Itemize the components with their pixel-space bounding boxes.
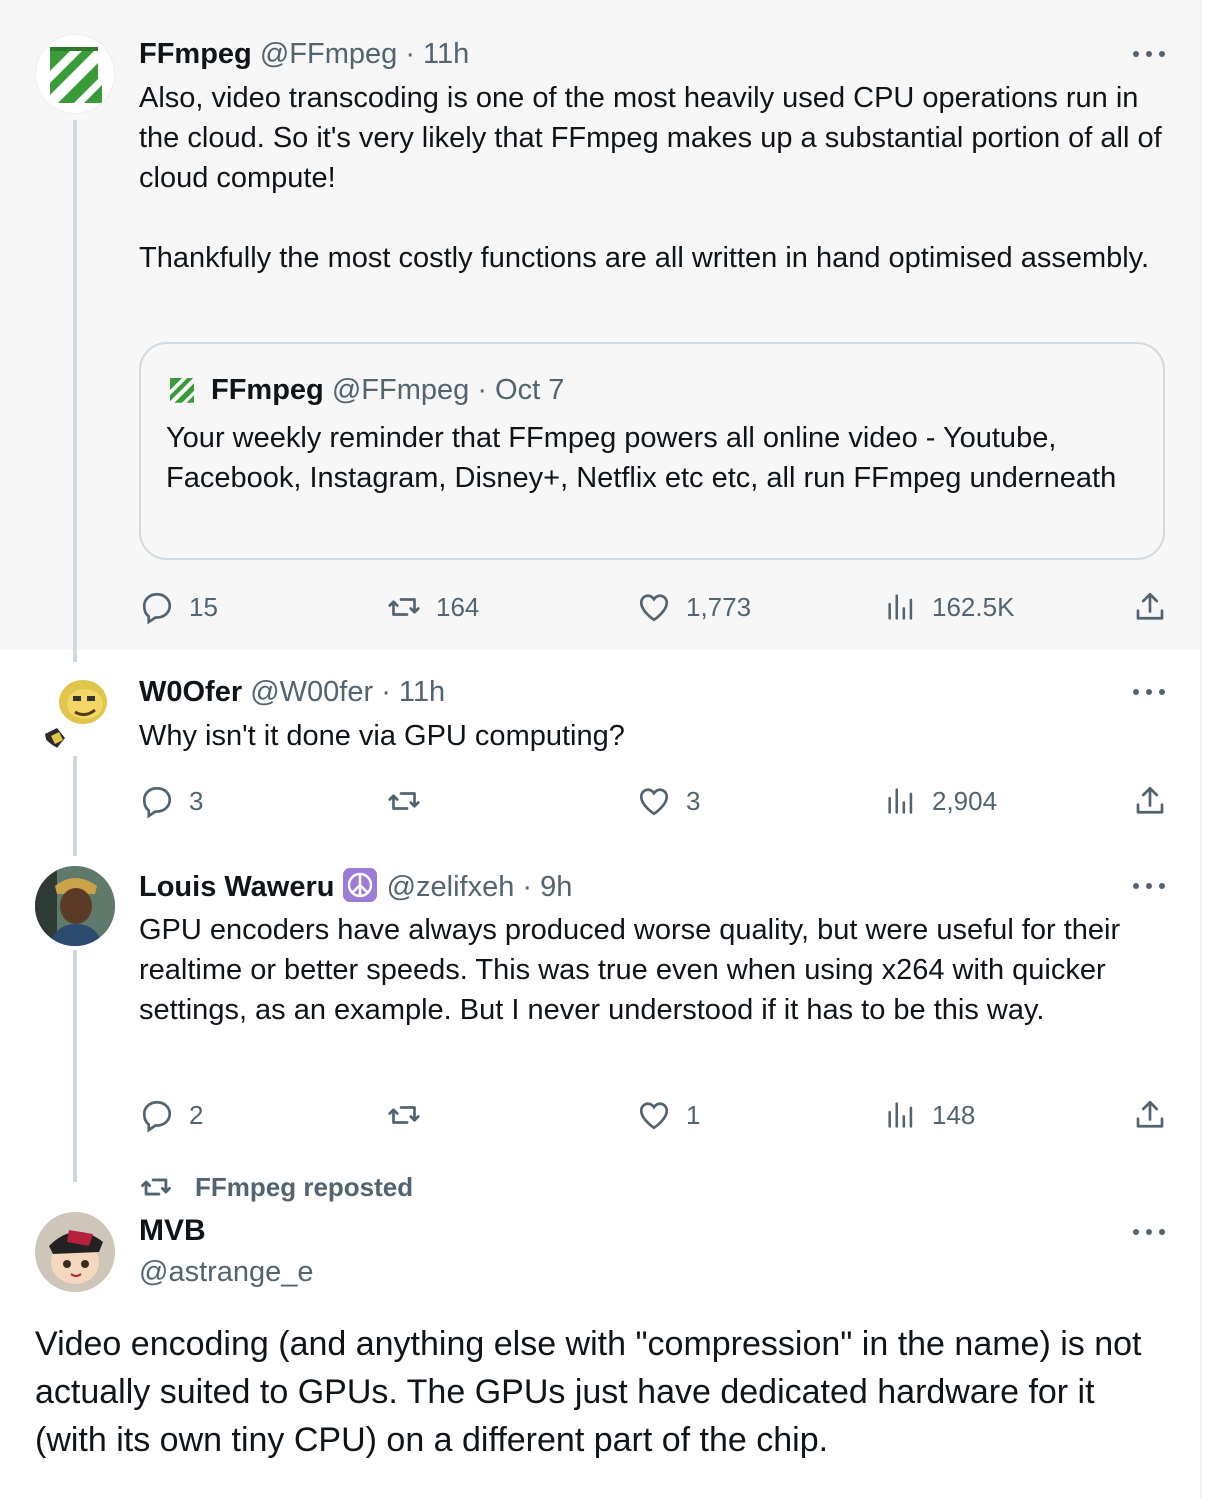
author-handle[interactable]: @zelifxeh (387, 871, 515, 903)
quote-author-handle: @FFmpeg (331, 374, 470, 406)
repost-indicator[interactable]: FFmpeg reposted (139, 1170, 413, 1204)
w00fer-avatar[interactable] (35, 672, 115, 752)
doge-avatar-icon (45, 680, 107, 748)
quote-text: Your weekly reminder that FFmpeg powers … (166, 422, 1117, 494)
peace-icon (342, 868, 377, 902)
share-button[interactable] (1132, 587, 1168, 627)
tweet-actions: 3 3 2,904 (139, 781, 1169, 821)
tweet-text: GPU encoders have always produced worse … (139, 914, 1121, 1026)
author-name[interactable]: MVB (139, 1213, 206, 1249)
tweet-header: FFmpeg @FFmpeg · 11h (139, 36, 469, 72)
views-icon (888, 788, 913, 814)
tweet-actions: 2 1 148 (139, 1095, 1169, 1135)
more-options-icon[interactable] (1133, 48, 1165, 60)
like-button[interactable]: 3 (636, 781, 700, 821)
views-icon (888, 1102, 913, 1128)
heart-icon (639, 594, 669, 622)
like-button[interactable]: 1 (636, 1095, 700, 1135)
more-options-icon[interactable] (1133, 1226, 1165, 1238)
author-handle[interactable]: @astrange_e (139, 1254, 314, 1290)
thread-line (73, 950, 77, 1182)
quote-author-name: FFmpeg (211, 374, 324, 406)
tweet-time[interactable]: · 11h (405, 38, 469, 70)
share-icon (1136, 592, 1164, 620)
reply-count: 15 (189, 591, 218, 622)
reply-icon (142, 1100, 172, 1133)
tweet-text: Why isn't it done via GPU computing? (139, 720, 625, 752)
reply-count: 2 (189, 1099, 204, 1130)
ffmpeg-logo-icon (170, 378, 194, 403)
thread-line (73, 120, 77, 662)
repost-button[interactable] (386, 781, 422, 821)
views-count: 2,904 (932, 785, 998, 816)
timeline: FFmpeg @FFmpeg · 11h Also, video transco… (0, 0, 1202, 1498)
views-button[interactable]: 2,904 (884, 781, 997, 821)
mvb-avatar[interactable] (35, 1212, 115, 1292)
thread-line (73, 756, 77, 856)
tweet-text: Also, video transcoding is one of the mo… (139, 78, 1174, 278)
views-button[interactable]: 162.5K (884, 587, 1014, 627)
quote-time: · Oct 7 (477, 374, 565, 406)
quoted-tweet[interactable]: FFmpeg @FFmpeg · Oct 7 Your weekly remin… (139, 342, 1165, 560)
ffmpeg-logo-icon (50, 47, 102, 103)
tweet-time[interactable]: · 9h (522, 871, 572, 903)
repost-icon (141, 1178, 171, 1196)
more-options-icon[interactable] (1133, 686, 1165, 698)
repost-icon (388, 792, 420, 810)
tweet-actions: 15 164 1,773 162.5K (139, 587, 1169, 627)
repost-button[interactable]: 164 (386, 587, 479, 627)
like-button[interactable]: 1,773 (636, 587, 751, 627)
views-button[interactable]: 148 (884, 1095, 975, 1135)
reply-count: 3 (189, 785, 204, 816)
repost-button[interactable] (386, 1095, 422, 1135)
repost-icon (388, 1106, 420, 1124)
reply-icon (142, 592, 172, 625)
author-name[interactable]: Louis Waweru (139, 871, 335, 903)
quote-header: FFmpeg @FFmpeg · Oct 7 (167, 372, 564, 408)
share-button[interactable] (1132, 781, 1168, 821)
heart-icon (639, 788, 669, 816)
views-count: 162.5K (932, 591, 1015, 622)
anime-avatar-icon (35, 1212, 115, 1292)
like-count: 1,773 (686, 591, 752, 622)
views-count: 148 (932, 1099, 976, 1130)
like-count: 3 (686, 785, 701, 816)
like-count: 1 (686, 1099, 701, 1130)
views-icon (888, 594, 913, 620)
repost-icon (388, 598, 420, 616)
heart-icon (639, 1102, 669, 1130)
repost-count: 164 (436, 591, 480, 622)
author-name[interactable]: W0Ofer (139, 676, 242, 708)
reply-button[interactable]: 3 (139, 781, 203, 821)
share-icon (1136, 786, 1164, 814)
tweet-header: Louis Waweru @zelifxeh · 9h (139, 868, 572, 905)
author-name[interactable]: FFmpeg (139, 38, 252, 70)
tweet-time[interactable]: · 11h (381, 676, 445, 708)
share-button[interactable] (1132, 1095, 1168, 1135)
tweet-text: Video encoding (and anything else with "… (35, 1325, 1142, 1459)
author-handle[interactable]: @FFmpeg (260, 38, 397, 70)
share-icon (1136, 1100, 1164, 1128)
tweet-paragraph: Also, video transcoding is one of the mo… (139, 82, 1162, 194)
reply-icon (142, 786, 172, 819)
reply-button[interactable]: 2 (139, 1095, 203, 1135)
repost-label: FFmpeg reposted (195, 1171, 414, 1202)
tweet-paragraph: Thankfully the most costly functions are… (139, 242, 1150, 274)
ffmpeg-avatar[interactable] (35, 34, 115, 114)
louis-waweru-avatar[interactable] (35, 866, 115, 946)
more-options-icon[interactable] (1133, 880, 1165, 892)
person-avatar-icon (35, 866, 115, 946)
author-handle[interactable]: @W00fer (250, 676, 373, 708)
tweet-header: W0Ofer @W00fer · 11h (139, 674, 445, 710)
reply-button[interactable]: 15 (139, 587, 218, 627)
